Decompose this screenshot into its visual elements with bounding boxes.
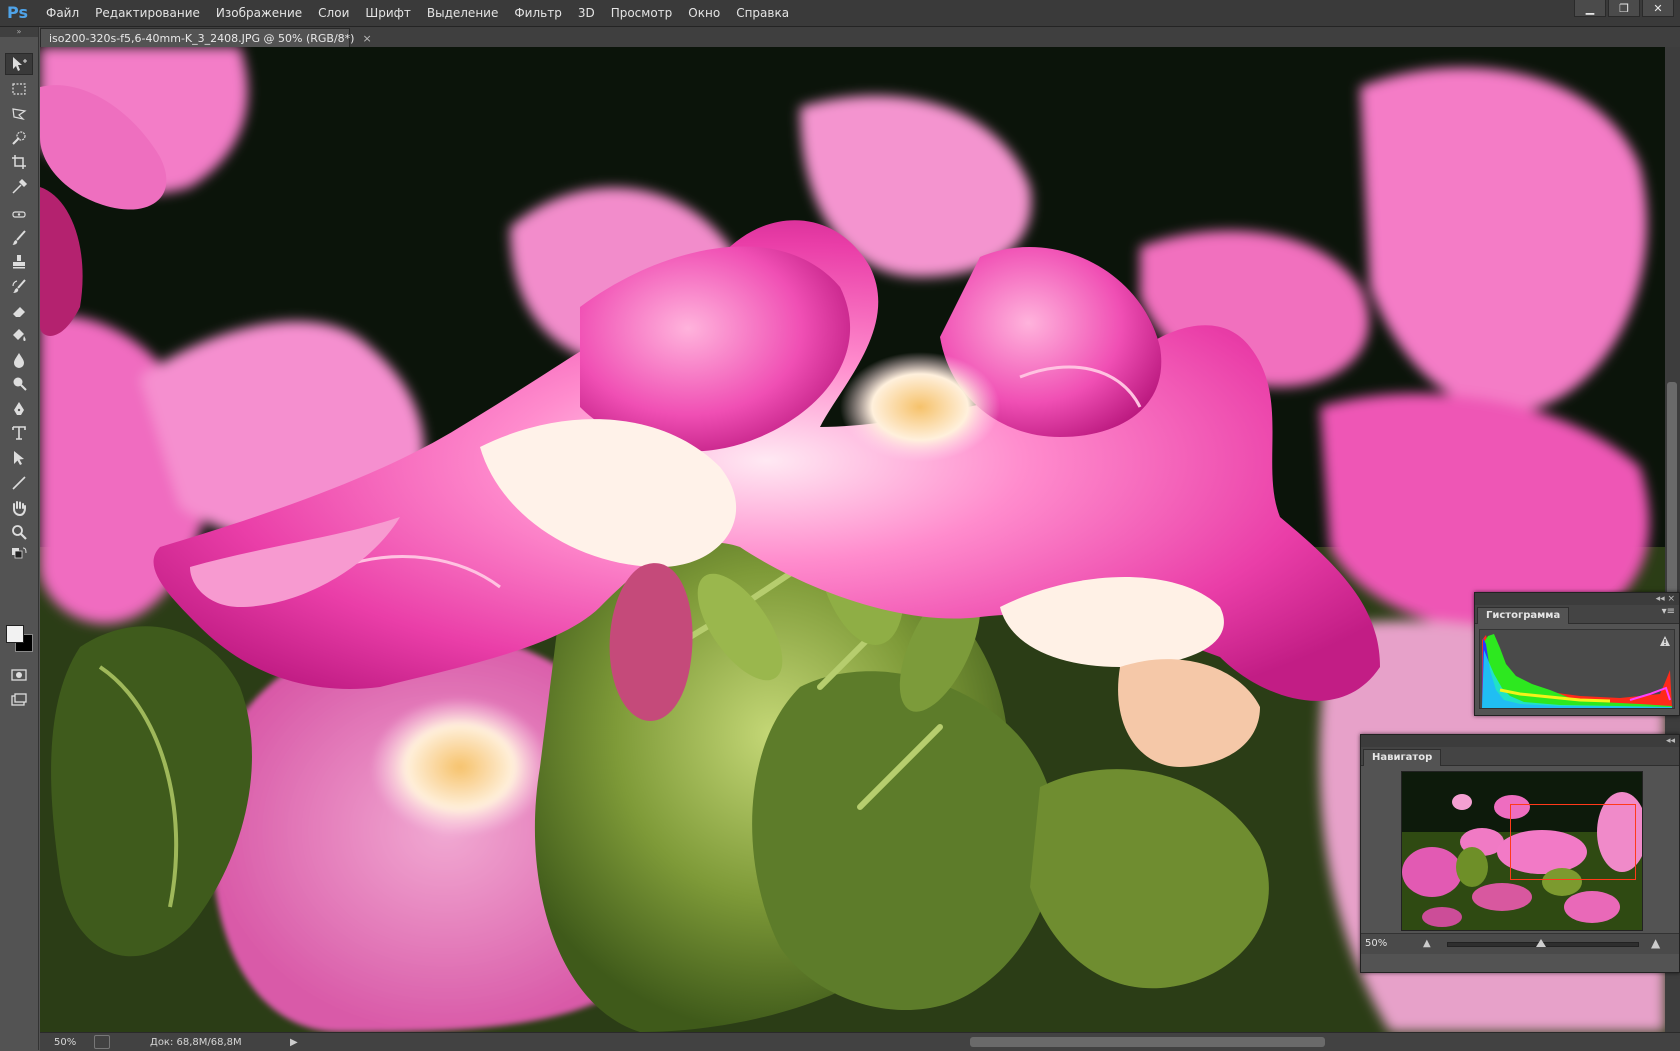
menu-window[interactable]: Окно	[680, 0, 728, 26]
histogram-graph	[1479, 629, 1675, 709]
toolbar-grip[interactable]: »	[0, 27, 38, 37]
navigator-panel-titlebar[interactable]: ◂◂	[1361, 735, 1679, 747]
menu-edit[interactable]: Редактирование	[87, 0, 208, 26]
menu-image[interactable]: Изображение	[208, 0, 310, 26]
screen-mode-tool-icon[interactable]	[5, 689, 33, 711]
menu-bar: Ps Файл Редактирование Изображение Слои …	[0, 0, 1680, 27]
document-tab-title: iso200-320s-f5,6-40mm-K_3_2408.JPG @ 50%…	[49, 31, 355, 45]
eyedropper-tool-icon[interactable]	[5, 176, 33, 198]
status-menu-arrow-icon[interactable]: ▶	[290, 1037, 302, 1048]
navigator-panel-tabs: Навигатор	[1361, 747, 1679, 766]
vertical-scrollbar-thumb[interactable]	[1667, 382, 1677, 622]
clone-stamp-tool-icon[interactable]	[5, 251, 33, 273]
close-button[interactable]: ✕	[1642, 0, 1674, 17]
histogram-panel-tabs: Гистограмма ▾≡	[1475, 605, 1679, 624]
histogram-panel: ◂◂ × Гистограмма ▾≡	[1474, 592, 1680, 716]
menu-items: Файл Редактирование Изображение Слои Шри…	[38, 0, 797, 26]
menu-view[interactable]: Просмотр	[603, 0, 681, 26]
menu-help[interactable]: Справка	[728, 0, 797, 26]
menu-file[interactable]: Файл	[38, 0, 87, 26]
brush-tool-icon[interactable]	[5, 227, 33, 249]
navigator-zoom-slider[interactable]	[1447, 939, 1639, 947]
histogram-warning-icon[interactable]	[1659, 635, 1671, 647]
paint-bucket-tool-icon[interactable]	[5, 324, 33, 346]
menu-3d[interactable]: 3D	[570, 0, 603, 26]
menu-layers[interactable]: Слои	[310, 0, 357, 26]
navigator-panel: ◂◂ Навигатор 50% ▲ ▲	[1360, 734, 1680, 973]
pen-tool-icon[interactable]	[5, 398, 33, 420]
navigator-resize-grip[interactable]	[1361, 955, 1679, 969]
blur-tool-icon[interactable]	[5, 349, 33, 371]
navigator-zoom-slider-thumb[interactable]	[1536, 939, 1546, 947]
histogram-panel-titlebar[interactable]: ◂◂ ×	[1475, 593, 1679, 605]
zoom-in-icon[interactable]: ▲	[1651, 936, 1660, 950]
navigator-panel-collapse-icon[interactable]: ◂◂	[1666, 735, 1675, 747]
horizontal-scrollbar-thumb[interactable]	[970, 1037, 1325, 1047]
histogram-panel-collapse-icon[interactable]: ◂◂ ×	[1656, 593, 1675, 605]
move-tool-icon[interactable]	[5, 53, 33, 75]
history-brush-tool-icon[interactable]	[5, 275, 33, 297]
menu-type[interactable]: Шрифт	[357, 0, 419, 26]
navigator-zoom-input[interactable]: 50%	[1365, 937, 1415, 951]
spot-healing-tool-icon[interactable]	[5, 203, 33, 225]
eraser-tool-icon[interactable]	[5, 300, 33, 322]
quick-mask-tool-icon[interactable]	[5, 664, 33, 686]
navigator-view-rectangle[interactable]	[1510, 804, 1636, 880]
tools-panel: »	[0, 27, 39, 1050]
crop-tool-icon[interactable]	[5, 151, 33, 173]
status-zoom-level[interactable]: 50%	[40, 1037, 94, 1048]
marquee-tool-icon[interactable]	[5, 78, 33, 100]
lasso-tool-icon[interactable]	[5, 103, 33, 125]
color-swatches	[6, 619, 34, 652]
status-document-size: Док: 68,8M/68,8M	[150, 1036, 242, 1048]
photoshop-logo: Ps	[7, 3, 28, 22]
navigator-zoom-bar: 50% ▲ ▲	[1361, 933, 1679, 954]
dodge-tool-icon[interactable]	[5, 373, 33, 395]
default-colors-icon[interactable]	[5, 547, 33, 561]
hand-tool-icon[interactable]	[5, 497, 33, 519]
document-tab[interactable]: iso200-320s-f5,6-40mm-K_3_2408.JPG @ 50%…	[40, 28, 372, 47]
status-info-icon[interactable]	[94, 1035, 110, 1049]
menu-filter[interactable]: Фильтр	[506, 0, 569, 26]
minimize-button[interactable]: ▁	[1574, 0, 1606, 17]
status-bar: 50% Док: 68,8M/68,8M ▶	[40, 1032, 1680, 1051]
document-tab-close-icon[interactable]: ×	[362, 32, 371, 45]
document-tab-strip: iso200-320s-f5,6-40mm-K_3_2408.JPG @ 50%…	[40, 27, 1680, 47]
menu-select[interactable]: Выделение	[419, 0, 506, 26]
foreground-color-swatch[interactable]	[6, 625, 24, 643]
zoom-tool-icon[interactable]	[5, 521, 33, 543]
horizontal-scrollbar[interactable]	[340, 1035, 1680, 1047]
restore-button[interactable]: ❐	[1608, 0, 1640, 17]
path-selection-tool-icon[interactable]	[5, 447, 33, 469]
navigator-preview[interactable]	[1401, 771, 1643, 931]
type-tool-icon[interactable]	[5, 422, 33, 444]
quick-selection-tool-icon[interactable]	[5, 127, 33, 149]
tab-histogram[interactable]: Гистограмма	[1477, 607, 1570, 624]
tab-navigator[interactable]: Навигатор	[1363, 749, 1442, 766]
zoom-out-icon[interactable]: ▲	[1423, 938, 1431, 949]
line-tool-icon[interactable]	[5, 472, 33, 494]
window-controls: ▁ ❐ ✕	[1574, 0, 1674, 17]
histogram-panel-menu-icon[interactable]: ▾≡	[1662, 606, 1675, 617]
